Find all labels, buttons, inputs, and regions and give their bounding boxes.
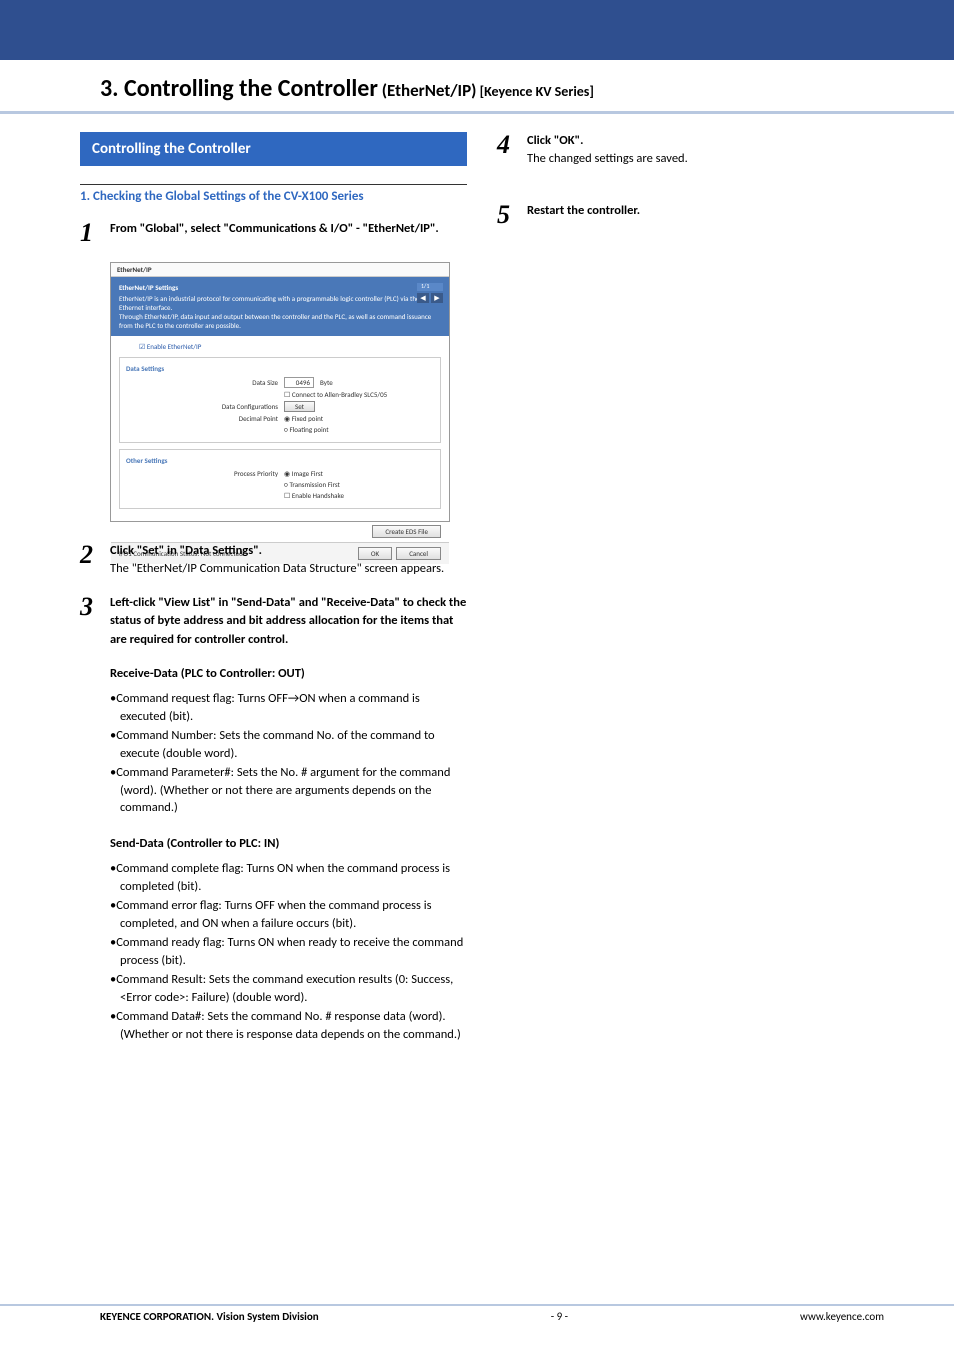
step-3: 3 Left-click "View List" in "Send-Data" … (80, 594, 467, 648)
title-sub: (EtherNet/IP) (378, 80, 477, 101)
dialog-blue-header: EtherNet/IP Settings EtherNet/IP is an i… (111, 277, 449, 336)
data-size-input[interactable]: 0496 (284, 377, 314, 388)
ethernetip-dialog: EtherNet/IP EtherNet/IP Settings EtherNe… (110, 262, 450, 522)
step-4: 4 Click "OK". The changed settings are s… (497, 132, 884, 168)
step-number-3: 3 (80, 594, 100, 648)
fixed-point-radio[interactable]: ◉ Fixed point (284, 414, 323, 423)
footer-page: - 9 - (551, 1310, 568, 1323)
header-bar (0, 0, 954, 60)
blue-line1: EtherNet/IP is an industrial protocol fo… (119, 294, 441, 312)
send-item: •Command error flag: Turns OFF when the … (110, 897, 467, 932)
send-item: •Command Result: Sets the command execut… (110, 971, 467, 1006)
step-number-1: 1 (80, 220, 100, 246)
sub-heading: 1. Checking the Global Settings of the C… (80, 184, 467, 210)
step5-lead: Restart the controller. (527, 202, 640, 220)
nav-count: 1/1 (417, 283, 443, 291)
step4-lead: Click "OK". (527, 132, 688, 150)
set-button[interactable]: Set (284, 401, 315, 412)
other-settings-panel: Other Settings Process Priority ◉ Image … (119, 449, 441, 509)
right-column: 4 Click "OK". The changed settings are s… (497, 132, 884, 1061)
recv-item: •Command Number: Sets the command No. of… (110, 727, 467, 762)
transmission-first-radio[interactable]: ○ Transmission First (284, 480, 340, 489)
nav-prev-button[interactable]: ◀ (417, 293, 429, 303)
send-item: •Command Data#: Sets the command No. # r… (110, 1008, 467, 1043)
nav-box: 1/1 ◀ ▶ (417, 283, 443, 303)
image-first-radio[interactable]: ◉ Image First (284, 469, 323, 478)
process-priority-label: Process Priority (206, 469, 278, 478)
page-title: 3. Controlling the Controller (EtherNet/… (100, 74, 594, 103)
send-data-heading: Send-Data (Controller to PLC: IN) (110, 835, 467, 853)
footer-left: KEYENCE CORPORATION. Vision System Divis… (100, 1310, 319, 1323)
title-main: 3. Controlling the Controller (100, 74, 378, 103)
left-column: Controlling the Controller 1. Checking t… (80, 132, 467, 1061)
step-1: 1 From "Global", select "Communications … (80, 220, 467, 246)
data-settings-label: Data Settings (126, 364, 434, 373)
step-number-4: 4 (497, 132, 517, 168)
step2-desc: The "EtherNet/IP Communication Data Stru… (110, 560, 444, 578)
send-item: •Command ready flag: Turns ON when ready… (110, 934, 467, 969)
data-size-label: Data Size (206, 378, 278, 387)
step1-text: From "Global", select "Communications & … (110, 221, 439, 236)
enable-ethernetip-checkbox[interactable]: ☑ Enable EtherNet/IP (119, 342, 441, 351)
step-5: 5 Restart the controller. (497, 202, 884, 228)
dialog-title: EtherNet/IP (111, 263, 449, 277)
create-eds-button[interactable]: Create EDS File (372, 525, 441, 538)
data-config-label: Data Configurations (206, 402, 278, 411)
step2-lead: Click "Set" in "Data Settings". (110, 542, 444, 560)
recv-item: •Command Parameter#: Sets the No. # argu… (110, 764, 467, 817)
page-title-row: 3. Controlling the Controller (EtherNet/… (0, 60, 954, 114)
footer-right: www.keyence.com (800, 1310, 884, 1323)
recv-item: •Command request flag: Turns OFF→ON when… (110, 690, 467, 725)
floating-point-radio[interactable]: ○ Floating point (284, 425, 329, 434)
receive-data-block: Receive-Data (PLC to Controller: OUT) •C… (110, 665, 467, 817)
step-number-5: 5 (497, 202, 517, 228)
footer: KEYENCE CORPORATION. Vision System Divis… (0, 1304, 954, 1323)
decimal-point-label: Decimal Point (206, 414, 278, 423)
section-banner: Controlling the Controller (80, 132, 467, 166)
send-item: •Command complete flag: Turns ON when th… (110, 860, 467, 895)
step-2: 2 Click "Set" in "Data Settings". The "E… (80, 542, 467, 578)
other-settings-label: Other Settings (126, 456, 434, 465)
send-data-block: Send-Data (Controller to PLC: IN) •Comma… (110, 835, 467, 1044)
nav-next-button[interactable]: ▶ (431, 293, 443, 303)
step4-desc: The changed settings are saved. (527, 150, 688, 168)
step3-lead: Left-click "View List" in "Send-Data" an… (110, 594, 467, 648)
title-sub2: [Keyence KV Series] (476, 83, 594, 100)
step-number-2: 2 (80, 542, 100, 578)
blue-head: EtherNet/IP Settings (119, 283, 441, 292)
receive-data-heading: Receive-Data (PLC to Controller: OUT) (110, 665, 467, 683)
enable-handshake-checkbox[interactable]: ☐ Enable Handshake (284, 491, 344, 500)
data-settings-panel: Data Settings Data Size 0496 Byte ☐ Conn… (119, 357, 441, 443)
blue-line2: Through EtherNet/IP, data input and outp… (119, 312, 441, 330)
ab-checkbox[interactable]: ☐ Connect to Allen-Bradley SLC5/05 (284, 390, 387, 399)
data-size-unit: Byte (320, 378, 333, 387)
